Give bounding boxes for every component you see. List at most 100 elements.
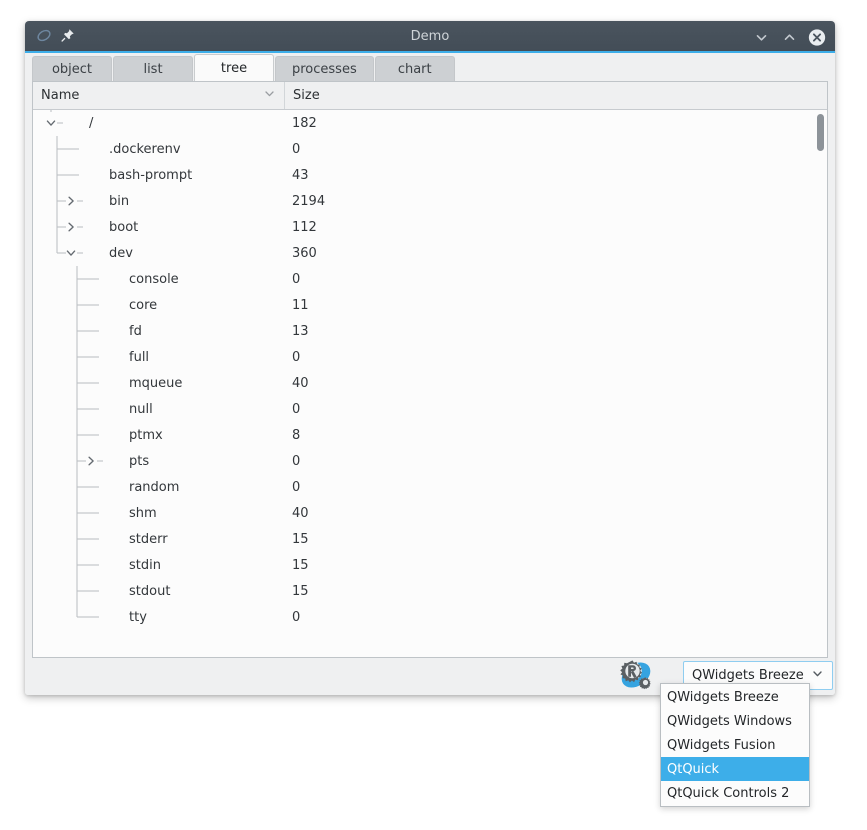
teardrop-icon	[36, 26, 53, 47]
tree-row-name: console	[129, 271, 179, 287]
tree-row-name: boot	[109, 219, 139, 235]
dropdown-option-label: QWidgets Fusion	[667, 737, 776, 753]
tree-row[interactable]: console 0	[33, 266, 827, 292]
tree-row[interactable]: boot 112	[33, 214, 827, 240]
tree-row-name: .dockerenv	[109, 141, 181, 157]
tree-row[interactable]: ptmx 8	[33, 422, 827, 448]
tree-row-size: 11	[292, 297, 309, 313]
tree-row-name: bash-prompt	[109, 167, 193, 183]
tree-row-name: /	[89, 115, 94, 131]
tree-row-size: 43	[292, 167, 309, 183]
tab-list[interactable]: list	[113, 56, 193, 82]
dropdown-option[interactable]: QtQuick Controls 2	[661, 781, 809, 805]
tree-row[interactable]: stdout 15	[33, 578, 827, 604]
dropdown-option[interactable]: QWidgets Breeze	[661, 685, 809, 709]
tree-row-size: 15	[292, 557, 309, 573]
tree-header: Name Size	[33, 82, 827, 110]
tree-row[interactable]: fd 13	[33, 318, 827, 344]
chevron-down-icon	[811, 667, 824, 684]
tree-row-name: full	[129, 349, 150, 365]
tree-row[interactable]: full 0	[33, 344, 827, 370]
tree-vertical-scrollbar[interactable]	[814, 111, 826, 657]
column-header-size-label: Size	[293, 88, 320, 103]
tree-row-name: null	[129, 401, 153, 417]
demo-window: Demo object list tree processes chart Na…	[25, 21, 835, 695]
tree-row[interactable]: mqueue 40	[33, 370, 827, 396]
column-header-name-label: Name	[41, 88, 80, 103]
maximize-button[interactable]	[780, 28, 798, 46]
tree-row[interactable]: pts 0	[33, 448, 827, 474]
tree-row-size: 182	[292, 115, 317, 131]
tree-row-name: shm	[129, 505, 157, 521]
tree-row-name: tty	[129, 609, 147, 625]
tree-row[interactable]: bash-prompt 43	[33, 162, 827, 188]
tree-row-name: random	[129, 479, 180, 495]
dropdown-option[interactable]: QWidgets Windows	[661, 709, 809, 733]
window-title: Demo	[410, 28, 450, 44]
dropdown-option[interactable]: QtQuick	[661, 757, 809, 781]
tree-row-name: bin	[109, 193, 130, 209]
title-bar[interactable]: Demo	[25, 21, 835, 53]
tree-row-size: 0	[292, 271, 301, 287]
pin-icon[interactable]	[61, 27, 75, 46]
tree-row-size: 0	[292, 141, 301, 157]
tree-row-name: core	[129, 297, 158, 313]
tree-row[interactable]: dev 360	[33, 240, 827, 266]
tree-row-name: dev	[109, 245, 133, 261]
tree-row[interactable]: / 182	[33, 110, 827, 136]
tree-row-size: 112	[292, 219, 317, 235]
close-button[interactable]	[808, 28, 826, 46]
tree-row[interactable]: .dockerenv 0	[33, 136, 827, 162]
tree-view: Name Size / 182 .dockerenv 0 bash-prompt 43 bi…	[32, 81, 828, 658]
tree-row-size: 360	[292, 245, 317, 261]
tree-row-size: 0	[292, 479, 301, 495]
tree-row[interactable]: stdin 15	[33, 552, 827, 578]
tree-row-name: stderr	[129, 531, 168, 547]
tree-row-size: 8	[292, 427, 301, 443]
tree-rows: / 182 .dockerenv 0 bash-prompt 43 bin 2194 boot 1…	[33, 110, 827, 657]
tree-row-name: stdout	[129, 583, 171, 599]
tree-row-size: 15	[292, 583, 309, 599]
tree-row-size: 0	[292, 609, 301, 625]
rust-gear-logo-icon	[617, 657, 657, 699]
dropdown-option-label: QWidgets Windows	[667, 713, 792, 729]
tree-row-size: 13	[292, 323, 309, 339]
style-combobox-value: QWidgets Breeze	[692, 668, 804, 683]
tree-row[interactable]: shm 40	[33, 500, 827, 526]
tree-row-size: 40	[292, 505, 309, 521]
tree-row-size: 0	[292, 349, 301, 365]
dropdown-option-label: QtQuick Controls 2	[667, 785, 790, 801]
tree-row[interactable]: stderr 15	[33, 526, 827, 552]
tree-row-size: 0	[292, 401, 301, 417]
tab-processes[interactable]: processes	[275, 56, 374, 82]
tree-row[interactable]: null 0	[33, 396, 827, 422]
tree-row[interactable]: tty 0	[33, 604, 827, 630]
tree-row-size: 2194	[292, 193, 326, 209]
dropdown-option[interactable]: QWidgets Fusion	[661, 733, 809, 757]
minimize-button[interactable]	[752, 28, 770, 46]
chevron-down-icon	[263, 87, 276, 104]
tree-row-name: stdin	[129, 557, 161, 573]
tab-tree[interactable]: tree	[194, 54, 274, 82]
tree-row-name: mqueue	[129, 375, 183, 391]
title-bar-left-icons	[25, 26, 75, 47]
tree-row[interactable]: random 0	[33, 474, 827, 500]
column-header-name[interactable]: Name	[33, 82, 285, 109]
tab-chart[interactable]: chart	[374, 56, 455, 82]
tree-row[interactable]: bin 2194	[33, 188, 827, 214]
tree-row-size: 15	[292, 531, 309, 547]
tree-row-name: fd	[129, 323, 142, 339]
tree-row-name: ptmx	[129, 427, 163, 443]
window-controls	[752, 21, 826, 53]
column-header-size[interactable]: Size	[285, 82, 827, 109]
tab-bar: object list tree processes chart	[25, 53, 835, 82]
dropdown-option-label: QWidgets Breeze	[667, 689, 779, 705]
tab-object[interactable]: object	[32, 56, 112, 82]
tree-row-size: 0	[292, 453, 301, 469]
scrollbar-thumb[interactable]	[817, 114, 824, 151]
tree-row-size: 40	[292, 375, 309, 391]
style-combobox-dropdown[interactable]: QWidgets Breeze QWidgets Windows QWidgets …	[660, 683, 810, 807]
tree-row[interactable]: core 11	[33, 292, 827, 318]
tree-row-name: pts	[129, 453, 150, 469]
dropdown-option-label: QtQuick	[667, 761, 720, 777]
